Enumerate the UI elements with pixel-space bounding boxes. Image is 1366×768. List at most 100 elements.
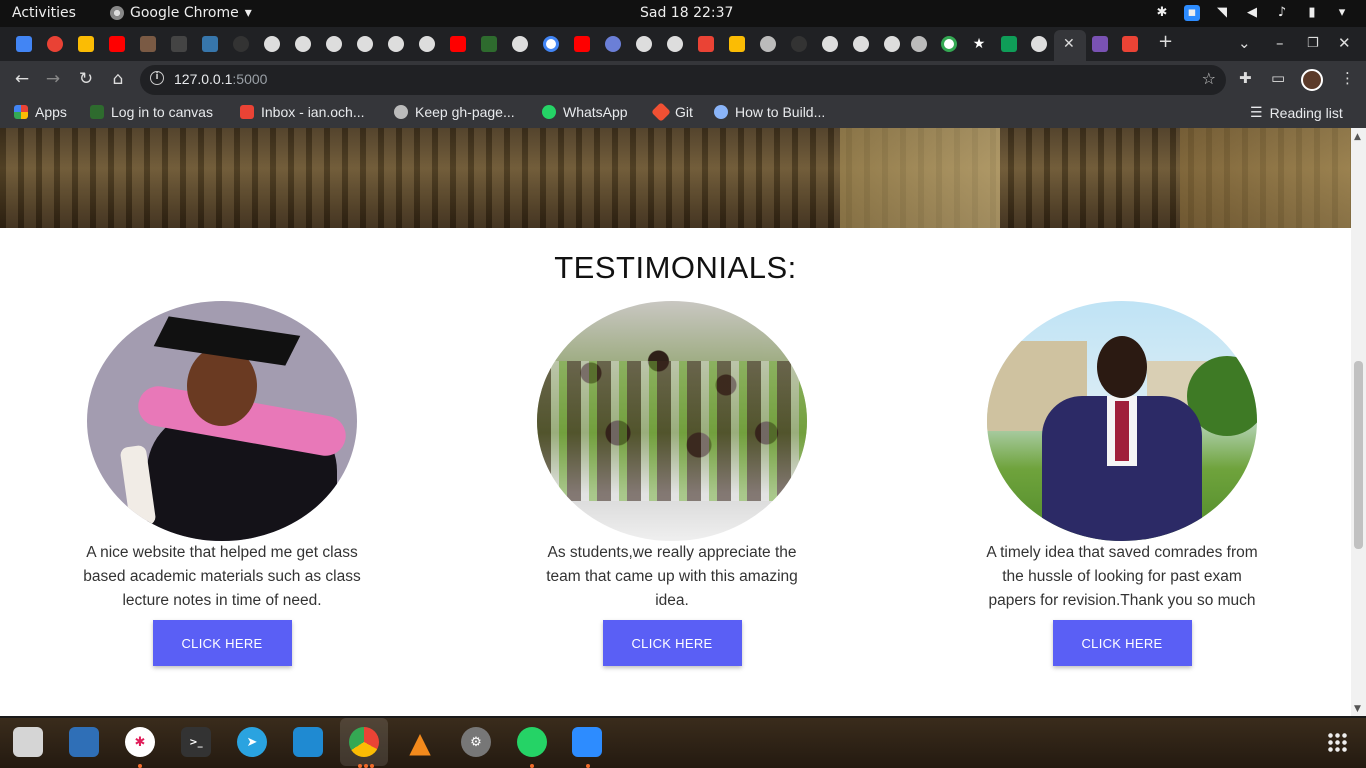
globe-tab-icon[interactable] [636,36,652,52]
settings-gear-icon[interactable]: ⚙ [461,727,491,757]
bookmark-inbox[interactable]: Inbox - ian.och... [240,104,365,120]
show-applications-icon[interactable] [1327,732,1347,752]
page-scrollbar[interactable]: ▲ ▼ [1351,128,1366,716]
scroll-down-arrow-icon[interactable]: ▼ [1354,704,1361,714]
record-tab-icon[interactable] [47,36,63,52]
text-editor-icon[interactable] [69,727,99,757]
chrome-tab-icon[interactable] [911,36,927,52]
bootstrap-tab-icon[interactable] [1092,36,1108,52]
gmail-tab-icon[interactable] [1122,36,1138,52]
click-here-button[interactable]: CLICK HERE [1052,620,1192,666]
volume-icon[interactable]: ◀ [1244,5,1260,21]
globe-tab-icon[interactable] [822,36,838,52]
site-tab-icon[interactable] [605,36,621,52]
back-arrow-icon[interactable]: ← [12,69,32,89]
extensions-icon[interactable]: ✚ [1239,69,1252,87]
globe-tab-icon[interactable] [512,36,528,52]
activities-button[interactable]: Activities [12,5,76,21]
globe-tab-icon[interactable] [357,36,373,52]
sa-tab-icon[interactable] [171,36,187,52]
zoom-tray-icon[interactable]: ▪ [1184,5,1200,21]
clock[interactable]: Sad 18 22:37 [640,5,733,21]
power-menu-icon[interactable]: ▾ [1334,5,1350,21]
sheets-tab-icon[interactable] [1001,36,1017,52]
bookmark-canvas[interactable]: Log in to canvas [90,104,213,120]
site-icon [714,105,728,119]
tab-search-icon[interactable]: ⌄ [1238,34,1251,52]
globe-tab-icon[interactable] [326,36,342,52]
globe-tab-icon[interactable] [884,36,900,52]
testimonial-text: A nice website that helped me get class … [83,544,361,609]
reading-list-button[interactable]: ☰ Reading list [1250,104,1343,121]
globe-tab-icon[interactable] [388,36,404,52]
active-tab[interactable]: ✕ [1054,30,1086,61]
chrome-tab-icon[interactable] [760,36,776,52]
terminal-icon[interactable]: >_ [181,727,211,757]
bookmark-apps[interactable]: Apps [14,104,67,120]
close-tab-icon[interactable]: ✕ [1063,36,1075,52]
canvas-tab-icon[interactable] [481,36,497,52]
scroll-up-arrow-icon[interactable]: ▲ [1354,132,1361,142]
slides-tab-icon[interactable] [78,36,94,52]
globe-tab-icon[interactable] [295,36,311,52]
close-window-icon[interactable]: ✕ [1338,34,1351,52]
files-icon[interactable] [13,727,43,757]
slack-icon[interactable]: ✱ [125,727,155,757]
bookmark-whatsapp[interactable]: WhatsApp [542,104,628,120]
avatar-tab-icon[interactable] [140,36,156,52]
globe-tab-icon[interactable] [419,36,435,52]
wifi-icon[interactable]: ◥ [1214,5,1230,21]
profile-avatar[interactable] [1301,69,1323,91]
system-tray[interactable]: ✱ ▪ ◥ ◀ ♪ ▮ ▾ [1154,5,1350,21]
testimonial-text: As students,we really appreciate the tea… [546,544,798,609]
bookmark-how-to-build[interactable]: How to Build... [714,104,825,120]
python-tab-icon[interactable] [202,36,218,52]
slack-tray-icon[interactable]: ✱ [1154,5,1170,21]
bookmark-gh-pages[interactable]: Keep gh-page... [394,104,515,120]
globe-tab-icon[interactable] [264,36,280,52]
calendar-tab-icon[interactable] [16,36,32,52]
google-tab-icon[interactable] [941,36,957,52]
globe-tab-icon[interactable] [853,36,869,52]
youtube-tab-icon[interactable] [109,36,125,52]
bookmark-git[interactable]: Git [651,102,693,122]
minimize-icon[interactable]: – [1276,34,1284,52]
address-bar[interactable]: i 127.0.0.1:5000 ☆ [140,65,1226,95]
home-icon[interactable]: ⌂ [108,69,128,89]
click-here-button[interactable]: CLICK HERE [152,620,292,666]
github-icon [394,105,408,119]
microphone-icon[interactable]: ♪ [1274,5,1290,21]
new-tab-button[interactable]: + [1158,31,1173,52]
whatsapp-icon[interactable] [517,727,547,757]
vscode-icon[interactable] [293,727,323,757]
star-tab-icon[interactable]: ★ [971,36,987,52]
vlc-icon[interactable]: ▲ [405,726,435,759]
scrollbar-thumb[interactable] [1354,361,1363,549]
reload-icon[interactable]: ↻ [76,69,96,89]
globe-tab-icon[interactable] [667,36,683,52]
chrome-icon[interactable] [349,727,379,757]
bookmark-star-icon[interactable]: ☆ [1202,69,1216,88]
github-tab-icon[interactable] [791,36,807,52]
menu-kebab-icon[interactable]: ⋮ [1340,69,1355,87]
url-text[interactable]: 127.0.0.1:5000 [174,71,267,87]
github-tab-icon[interactable] [233,36,249,52]
forward-arrow-icon[interactable]: → [43,69,63,89]
slides-tab-icon[interactable] [729,36,745,52]
google-tab-icon[interactable] [543,36,559,52]
cast-icon[interactable]: ▭ [1271,69,1285,87]
zoom-icon[interactable] [572,727,602,757]
info-icon[interactable]: i [150,71,164,85]
youtube-tab-icon[interactable] [450,36,466,52]
gmail-tab-icon[interactable] [698,36,714,52]
battery-icon[interactable]: ▮ [1304,5,1320,21]
tab-strip: ★ ✕ + ⌄ – ❐ ✕ [0,27,1366,61]
app-menu[interactable]: Google Chrome ▾ [110,5,252,21]
bookmarks-bar: Apps Log in to canvas Inbox - ian.och...… [0,98,1366,128]
click-here-button[interactable]: CLICK HERE [602,620,742,666]
globe-tab-icon[interactable] [1031,36,1047,52]
maximize-icon[interactable]: ❐ [1307,36,1319,51]
library-hero-image [0,128,1351,228]
youtube-tab-icon[interactable] [574,36,590,52]
telegram-icon[interactable]: ➤ [237,727,267,757]
